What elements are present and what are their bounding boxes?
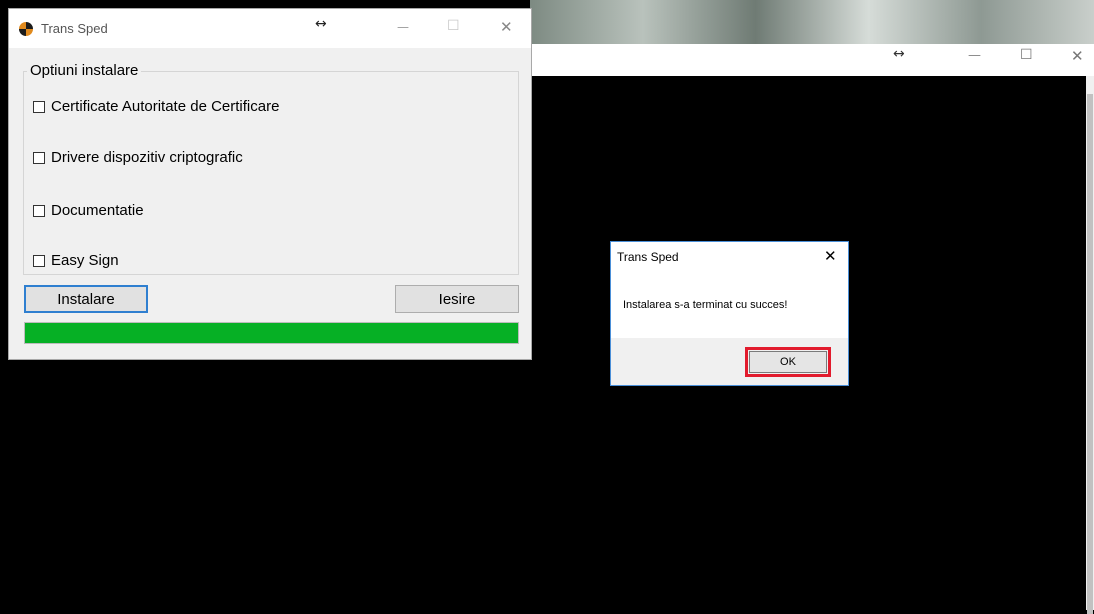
dialog-message: Instalarea s-a terminat cu succes! xyxy=(623,299,788,311)
maximize-button[interactable]: ☐ xyxy=(447,18,460,34)
trans-sped-logo-icon xyxy=(19,22,33,36)
minimize-button[interactable]: — xyxy=(968,48,981,63)
installer-window: Trans Sped ↔ — ☐ ✕ Optiuni instalare Cer… xyxy=(8,8,532,360)
option-label: Documentatie xyxy=(51,202,144,219)
maximize-button[interactable]: ☐ xyxy=(1020,47,1033,63)
install-options-label: Optiuni instalare xyxy=(27,62,142,79)
dialog-title: Trans Sped xyxy=(617,250,679,264)
dialog-close-button[interactable]: ✕ xyxy=(824,247,837,265)
background-window-titlebar[interactable] xyxy=(530,44,1094,76)
close-button[interactable]: ✕ xyxy=(500,18,513,36)
close-button[interactable]: ✕ xyxy=(1071,47,1084,65)
checkbox[interactable] xyxy=(33,204,45,217)
minimize-button[interactable]: — xyxy=(397,20,409,34)
checkbox[interactable] xyxy=(33,151,45,164)
progress-fill xyxy=(25,323,518,343)
install-progress-bar xyxy=(24,322,519,344)
ok-button[interactable]: OK xyxy=(749,351,827,373)
option-easy-sign[interactable]: Easy Sign xyxy=(33,252,119,269)
option-documentation[interactable]: Documentatie xyxy=(33,202,144,219)
success-dialog: Trans Sped ✕ Instalarea s-a terminat cu … xyxy=(610,241,849,386)
desktop-background xyxy=(530,0,1094,44)
install-button[interactable]: Instalare xyxy=(24,285,148,313)
exit-button[interactable]: Iesire xyxy=(395,285,519,313)
scrollbar-thumb[interactable] xyxy=(1087,94,1093,614)
option-certificate-authority[interactable]: Certificate Autoritate de Certificare xyxy=(33,98,279,115)
option-label: Easy Sign xyxy=(51,252,119,269)
window-title: Trans Sped xyxy=(41,21,108,36)
option-label: Certificate Autoritate de Certificare xyxy=(51,98,280,115)
installer-titlebar[interactable]: Trans Sped ↔ — ☐ ✕ xyxy=(9,9,531,48)
checkbox[interactable] xyxy=(33,100,45,113)
resize-arrows-icon: ↔ xyxy=(315,16,327,32)
checkbox[interactable] xyxy=(33,254,45,267)
resize-arrows-icon: ↔ xyxy=(893,46,905,62)
option-crypto-device-drivers[interactable]: Drivere dispozitiv criptografic xyxy=(33,149,243,166)
option-label: Drivere dispozitiv criptografic xyxy=(51,149,243,166)
